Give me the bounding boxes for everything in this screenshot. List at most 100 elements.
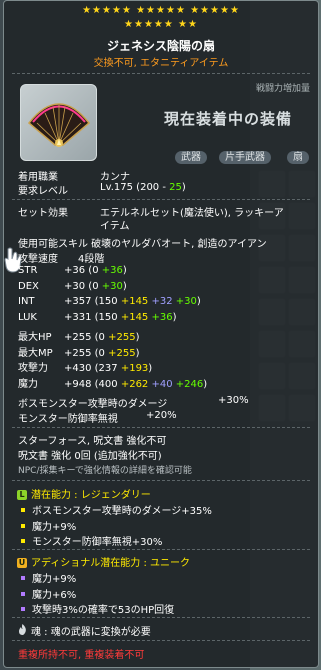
stat-part: (0 xyxy=(91,331,109,343)
divider xyxy=(12,427,310,429)
stat-part: +145 xyxy=(120,296,149,308)
potential-line: ボスモンスター攻撃時のダメージ+35% xyxy=(21,502,212,517)
soul-flame-icon xyxy=(18,624,27,638)
item-title: ジェネシス陰陽の扇 xyxy=(106,39,215,53)
tag-one-handed: 片手武器 xyxy=(219,151,271,164)
stat-part: ) xyxy=(196,296,201,308)
stat-part: +193 xyxy=(120,363,149,375)
bullet-icon xyxy=(21,539,25,543)
potential-line-text: 魔力+9% xyxy=(32,521,77,533)
set-effect-row: セット効果 エテルネルセット(魔法使い), ラッキーア xyxy=(18,204,284,219)
stat-part: (150 xyxy=(91,312,121,324)
stat-part: +145 xyxy=(120,312,149,324)
starforce-stars-row-1: ★★★★★ ★★★★★ ★★★★★ xyxy=(82,5,240,16)
stat-label: 最大MP xyxy=(18,347,53,359)
bullet-icon xyxy=(21,607,25,611)
stat-part: +30 xyxy=(101,280,123,292)
tag-weapon: 武器 xyxy=(175,151,207,164)
stat-part: (0 xyxy=(85,265,102,276)
stat-total: +255 xyxy=(64,331,92,343)
bullet-icon xyxy=(21,523,25,528)
stat-row: 魔力 +948 (400 +262 +40 +246) xyxy=(18,375,318,390)
stat-part: (237 xyxy=(91,363,121,375)
attack-increase-label: 戦闘力増加量 xyxy=(255,84,310,94)
stat-part: ) xyxy=(122,265,127,276)
stat-label: 魔力 xyxy=(18,378,38,390)
set-effect-value-2: イテム xyxy=(100,221,130,232)
stat-part: +246 xyxy=(172,378,204,390)
stat-row: LUK +331 (150 +145 +36) xyxy=(18,312,318,323)
stat-total: +948 xyxy=(64,378,92,390)
legendary-badge-icon: L xyxy=(17,490,27,500)
item-subtitle: 交換不可, エタニティアイテム xyxy=(93,58,229,69)
stat-part: +255 xyxy=(108,347,136,359)
potential-line-text: 魔力+6% xyxy=(32,589,77,601)
level-row: 要求レベル Lv.175 (200 - 25) xyxy=(18,182,186,197)
divider xyxy=(12,73,310,75)
stat-total: +255 xyxy=(64,347,92,359)
starforce-stars-row-2: ★★★★★ ★★ xyxy=(124,19,198,30)
soul-text: 魂 : 魂の武器に変換が必要 xyxy=(31,627,151,638)
footer-restriction: 重複所持不可, 重複装着不可 xyxy=(18,650,145,661)
level-label: 要求レベル xyxy=(18,186,68,197)
boss-damage-label: ボスモンスター攻撃時のダメージ xyxy=(18,399,168,410)
potential-line: 魔力+9% xyxy=(21,570,76,585)
divider xyxy=(12,549,310,551)
stat-part: ) xyxy=(135,347,140,359)
boss-damage-value: +30% xyxy=(218,395,249,406)
divider xyxy=(12,617,310,619)
item-tooltip: ★★★★★ ★★★★★ ★★★★★ ★★★★★ ★★ ジェネシス陰陽の扇 交換不… xyxy=(3,0,319,668)
stat-row: DEX +30 (0 +30) xyxy=(18,281,318,292)
additional-potential-header: U アディショナル潜在能力 : ユニーク xyxy=(17,554,190,569)
stat-total: +357 xyxy=(64,296,92,308)
stat-part: (150 xyxy=(91,296,121,308)
tag-fan: 扇 xyxy=(287,151,309,164)
level-base: 200 xyxy=(140,182,160,193)
stat-part: +32 xyxy=(148,296,173,308)
stat-total: +430 xyxy=(64,363,92,375)
stat-part: (0 xyxy=(85,280,102,292)
set-effect-label: セット効果 xyxy=(18,208,68,219)
level-value: Lv.175 xyxy=(100,182,133,193)
additional-potential-header-text: アディショナル潜在能力 : ユニーク xyxy=(31,558,191,569)
usable-skill-line: 使用可能スキル 破壊のヤルダバオート, 創造のアイアン xyxy=(18,239,267,250)
stat-part: +36 xyxy=(148,312,173,324)
stat-label: LUK xyxy=(18,312,37,324)
stat-row: 最大HP +255 (0 +255) xyxy=(18,328,318,343)
potential-header: L 潜在能力 : レジェンダリー xyxy=(17,486,151,501)
unique-badge-icon: U xyxy=(17,558,27,568)
attack-speed-row: 攻撃速度 4段階 xyxy=(18,250,104,265)
stat-row: STR +36 (0 +36) xyxy=(18,265,318,276)
potential-line-text: 攻撃時3%の確率で53のHP回復 xyxy=(32,605,175,616)
equipped-text: 現在装着中の装備 xyxy=(163,110,292,128)
stat-part: +255 xyxy=(108,331,136,343)
attack-speed-label: 攻撃速度 xyxy=(18,254,58,265)
stat-label: 最大HP xyxy=(18,331,52,343)
potential-line: 魔力+9% xyxy=(21,518,76,533)
potential-line: 魔力+6% xyxy=(21,586,76,601)
stat-part: ) xyxy=(122,280,127,292)
stat-part: +30 xyxy=(172,296,197,308)
stat-row: 最大MP +255 (0 +255) xyxy=(18,344,318,359)
potential-line: 攻撃時3%の確率で53のHP回復 xyxy=(21,601,174,616)
stat-total: +36 xyxy=(64,265,86,276)
stat-row: INT +357 (150 +145 +32 +30) xyxy=(18,296,318,307)
item-icon-frame xyxy=(20,84,97,161)
level-value-group: Lv.175 (200 - 25) xyxy=(100,182,186,193)
divider xyxy=(12,199,310,201)
stat-label: DEX xyxy=(18,280,39,292)
potential-line-text: 魔力+9% xyxy=(32,574,77,585)
boss-damage-row: ボスモンスター攻撃時のダメージ +30% xyxy=(18,395,249,410)
stat-part: ) xyxy=(148,363,153,375)
stat-part: (400 xyxy=(91,378,121,390)
potential-line-text: ボスモンスター攻撃時のダメージ+35% xyxy=(32,506,212,517)
stat-label: STR xyxy=(18,265,38,276)
attack-speed-value: 4段階 xyxy=(78,254,105,265)
potential-line: モンスター防御率無視+30% xyxy=(21,533,162,548)
ignore-defense-value: +20% xyxy=(146,410,177,421)
enhance-line-2: 呪文書 強化 0回 (追加強化不可) xyxy=(18,451,162,462)
stat-part: ) xyxy=(135,331,140,343)
ignore-defense-row: モンスター防御率無視 +20% xyxy=(18,410,177,425)
stat-part: (0 xyxy=(91,347,109,359)
divider xyxy=(12,480,310,482)
